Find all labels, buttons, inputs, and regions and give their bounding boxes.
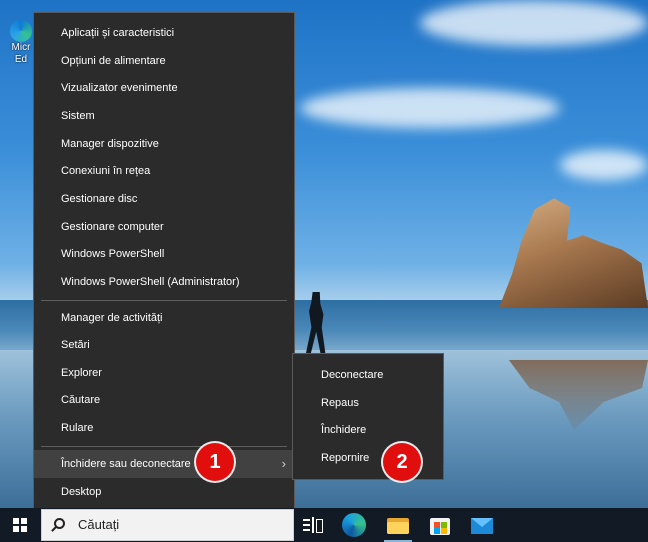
menu-item-settings[interactable]: Setări [34, 332, 294, 358]
menu-item-apps-features[interactable]: Aplicații și caracteristici [34, 20, 294, 46]
cloud [300, 88, 560, 128]
menu-item-label: Manager dispozitive [61, 138, 159, 150]
start-button[interactable] [0, 508, 40, 542]
submenu-item-label: Deconectare [321, 369, 384, 381]
submenu-item-shut-down[interactable]: Închidere [293, 417, 443, 443]
menu-item-label: Vizualizator evenimente [61, 82, 178, 94]
menu-item-label: Explorer [61, 367, 102, 379]
menu-item-label: Gestionare disc [61, 193, 138, 205]
menu-item-network-connections[interactable]: Conexiuni în rețea [34, 158, 294, 184]
submenu-item-sleep[interactable]: Repaus [293, 390, 443, 416]
task-view-icon[interactable] [300, 513, 324, 537]
menu-item-run[interactable]: Rulare [34, 415, 294, 441]
menu-item-label: Desktop [61, 486, 102, 498]
edge-icon [10, 20, 32, 42]
menu-separator [41, 300, 287, 301]
desktop-icon-label: Ed [14, 54, 28, 65]
mail-icon[interactable] [470, 513, 494, 537]
menu-item-label: Sistem [61, 110, 95, 122]
menu-separator [41, 446, 287, 447]
menu-item-label: Conexiuni în rețea [61, 165, 151, 177]
menu-item-computer-management[interactable]: Gestionare computer [34, 214, 294, 240]
menu-item-label: Căutare [61, 394, 101, 406]
menu-item-label: Windows PowerShell (Administrator) [61, 276, 240, 288]
power-user-menu: Aplicații și caracteristici Opțiuni de a… [33, 12, 295, 511]
menu-item-label: Setări [61, 339, 90, 351]
menu-item-label: Aplicații și caracteristici [61, 27, 175, 39]
submenu-item-label: Închidere [321, 424, 367, 436]
desktop-icon-edge[interactable]: Micr Ed [6, 20, 36, 66]
shutdown-submenu: Deconectare Repaus Închidere Repornire [292, 353, 444, 480]
callout-badge-2: 2 [383, 443, 421, 481]
chevron-right-icon: › [281, 456, 286, 471]
search-icon [54, 518, 65, 529]
submenu-item-label: Repornire [321, 452, 370, 464]
desktop-icon-label: Micr [11, 42, 31, 53]
menu-item-explorer[interactable]: Explorer [34, 360, 294, 386]
menu-item-powershell[interactable]: Windows PowerShell [34, 241, 294, 267]
menu-item-search[interactable]: Căutare [34, 387, 294, 413]
menu-item-event-viewer[interactable]: Vizualizator evenimente [34, 75, 294, 101]
menu-item-label: Gestionare computer [61, 221, 164, 233]
edge-icon[interactable] [342, 513, 366, 537]
search-placeholder: Căutați [78, 517, 120, 532]
callout-badge-1: 1 [196, 443, 234, 481]
file-explorer-icon[interactable] [386, 513, 410, 537]
menu-item-task-manager[interactable]: Manager de activități [34, 305, 294, 331]
menu-item-disk-management[interactable]: Gestionare disc [34, 186, 294, 212]
submenu-item-label: Repaus [321, 397, 359, 409]
menu-item-label: Opțiuni de alimentare [61, 55, 166, 67]
menu-item-shutdown-signout[interactable]: Închidere sau deconectare › [34, 450, 294, 478]
menu-item-power-options[interactable]: Opțiuni de alimentare [34, 48, 294, 74]
cloud [560, 150, 648, 180]
menu-item-label: Rulare [61, 422, 94, 434]
rock-formation [498, 198, 648, 308]
taskbar: Căutați [0, 508, 648, 542]
menu-item-device-manager[interactable]: Manager dispozitive [34, 131, 294, 157]
menu-item-powershell-admin[interactable]: Windows PowerShell (Administrator) [34, 269, 294, 295]
submenu-item-sign-out[interactable]: Deconectare [293, 362, 443, 388]
windows-start-icon [13, 518, 27, 532]
menu-item-label: Închidere sau deconectare [61, 458, 191, 470]
menu-item-desktop[interactable]: Desktop [34, 479, 294, 505]
store-icon[interactable] [428, 513, 452, 537]
menu-item-system[interactable]: Sistem [34, 103, 294, 129]
menu-item-label: Windows PowerShell [61, 248, 165, 260]
menu-item-label: Manager de activități [61, 312, 163, 324]
taskbar-search-box[interactable]: Căutați [41, 509, 294, 541]
cloud [420, 0, 648, 46]
